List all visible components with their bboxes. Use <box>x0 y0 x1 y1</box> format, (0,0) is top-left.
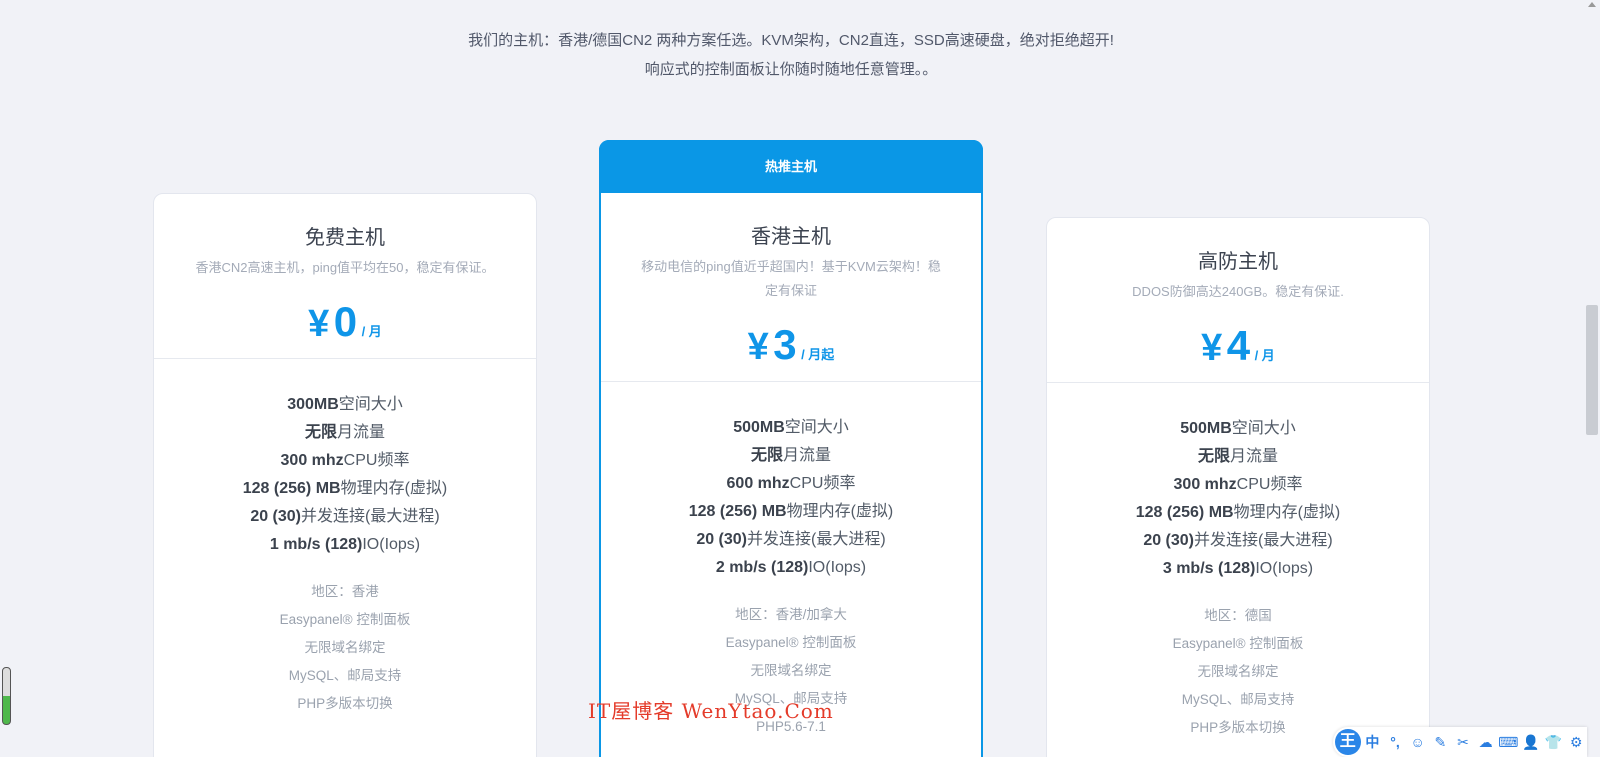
plan-price: ¥ 3 / 月起 <box>601 321 981 381</box>
plan-card-ddos: 高防主机 DDOS防御高达240GB。稳定有保证. ¥ 4 / 月 500MB空… <box>1046 217 1430 757</box>
ime-emoji-icon[interactable]: ☺ <box>1407 731 1429 753</box>
ime-toolbar: 王 中 °, ☺ ✎ ✂ ☁ ⌨ 👤 👕 ⚙ <box>1333 727 1587 757</box>
spec-item: 1 mb/s (128)IO(Iops) <box>269 536 421 553</box>
feature-item: MySQL、邮局支持 <box>288 668 402 683</box>
watermark-text: IT屋博客 WenYtao.Com <box>588 699 834 723</box>
ime-keyboard-icon[interactable]: ⌨ <box>1497 731 1519 753</box>
spec-item: 300 mhzCPU频率 <box>280 452 410 469</box>
feature-item: 无限域名绑定 <box>1197 664 1279 679</box>
feature-item: 地区：香港 <box>311 584 379 599</box>
spec-item: 128 (256) MB物理内存(虚拟) <box>1135 504 1341 521</box>
spec-item: 无限月流量 <box>304 424 386 441</box>
plan-header: 香港主机 移动电信的ping值近乎超国内！基于KVM云架构！稳定有保证 ¥ 3 … <box>601 193 981 381</box>
plan-title: 香港主机 <box>751 226 831 248</box>
spec-item: 无限月流量 <box>750 447 832 464</box>
spec-item: 20 (30)并发连接(最大进程) <box>1143 532 1333 549</box>
feature-item: 地区：德国 <box>1204 608 1272 623</box>
feature-item: 无限域名绑定 <box>750 663 832 678</box>
feature-item: MySQL、邮局支持 <box>1181 692 1295 707</box>
spec-item: 128 (256) MB物理内存(虚拟) <box>688 503 894 520</box>
spec-item: 500MB空间大小 <box>1180 420 1296 437</box>
spec-item: 20 (30)并发连接(最大进程) <box>250 508 440 525</box>
spec-item: 300 mhzCPU频率 <box>1173 476 1303 493</box>
ime-cloud-icon[interactable]: ☁ <box>1475 731 1497 753</box>
side-widget[interactable] <box>2 667 11 725</box>
spec-item: 2 mb/s (128)IO(Iops) <box>715 559 867 576</box>
ime-punctuation-icon[interactable]: °, <box>1384 731 1406 753</box>
price-value: 3 <box>773 321 797 368</box>
spec-list: 500MB空间大小 无限月流量 600 mhzCPU频率 128 (256) M… <box>601 382 981 582</box>
intro-line-2: 响应式的控制面板让你随时随地任意管理。。 <box>644 61 938 78</box>
plan-description: DDOS防御高达240GB。稳定有保证. <box>1132 284 1344 299</box>
ime-skin-icon[interactable]: 👕 <box>1543 731 1565 753</box>
feature-item: PHP多版本切换 <box>297 696 393 711</box>
plan-title: 免费主机 <box>305 227 385 249</box>
intro-text: 我们的主机：香港/德国CN2 两种方案任选。KVM架构，CN2直连，SSD高速硬… <box>0 26 1582 84</box>
ime-scissors-icon[interactable]: ✂ <box>1452 731 1474 753</box>
feature-item: Easypanel® 控制面板 <box>279 612 411 627</box>
spec-item: 128 (256) MB物理内存(虚拟) <box>242 480 448 497</box>
spec-item: 无限月流量 <box>1197 448 1279 465</box>
spec-list: 500MB空间大小 无限月流量 300 mhzCPU频率 128 (256) M… <box>1047 383 1429 583</box>
currency-symbol: ¥ <box>308 303 330 345</box>
feature-item: Easypanel® 控制面板 <box>725 635 857 650</box>
spec-list: 300MB空间大小 无限月流量 300 mhzCPU频率 128 (256) M… <box>154 359 536 559</box>
price-unit: / 月 <box>1254 348 1275 363</box>
currency-symbol: ¥ <box>1201 327 1223 369</box>
scroll-up-icon[interactable] <box>1588 2 1596 7</box>
plan-title: 高防主机 <box>1198 251 1278 273</box>
feature-item: 无限域名绑定 <box>304 640 386 655</box>
feature-item: 地区：香港/加拿大 <box>735 607 847 622</box>
plan-card-free: 免费主机 香港CN2高速主机，ping值平均在50，稳定有保证。 ¥ 0 / 月… <box>153 193 537 757</box>
price-value: 0 <box>333 298 358 345</box>
price-unit: / 月起 <box>801 347 835 362</box>
scrollbar-thumb[interactable] <box>1586 305 1598 435</box>
featured-badge: 热推主机 <box>599 140 983 193</box>
spec-item: 3 mb/s (128)IO(Iops) <box>1162 560 1314 577</box>
spec-item: 300MB空间大小 <box>287 396 403 413</box>
ime-settings-icon[interactable]: ⚙ <box>1565 731 1587 753</box>
plan-card-hongkong: 热推主机 香港主机 移动电信的ping值近乎超国内！基于KVM云架构！稳定有保证… <box>599 140 983 757</box>
plan-price: ¥ 0 / 月 <box>154 298 536 358</box>
intro-line-1: 我们的主机：香港/德国CN2 两种方案任选。KVM架构，CN2直连，SSD高速硬… <box>468 32 1114 49</box>
ime-user-icon[interactable]: 👤 <box>1520 731 1542 753</box>
spec-item: 20 (30)并发连接(最大进程) <box>696 531 886 548</box>
currency-symbol: ¥ <box>747 326 769 368</box>
feature-item: Easypanel® 控制面板 <box>1172 636 1304 651</box>
feature-list: 地区：德国 Easypanel® 控制面板 无限域名绑定 MySQL、邮局支持 … <box>1047 583 1429 742</box>
plan-header: 高防主机 DDOS防御高达240GB。稳定有保证. ¥ 4 / 月 <box>1047 218 1429 382</box>
plan-price: ¥ 4 / 月 <box>1047 322 1429 382</box>
scrollbar[interactable] <box>1584 0 1600 757</box>
price-unit: / 月 <box>361 324 382 339</box>
ime-chinese-mode-icon[interactable]: 中 <box>1362 731 1384 753</box>
ime-logo-icon[interactable]: 王 <box>1335 729 1361 755</box>
plan-header: 免费主机 香港CN2高速主机，ping值平均在50，稳定有保证。 ¥ 0 / 月 <box>154 194 536 358</box>
price-value: 4 <box>1226 322 1251 369</box>
spec-item: 500MB空间大小 <box>733 419 849 436</box>
feature-list: 地区：香港 Easypanel® 控制面板 无限域名绑定 MySQL、邮局支持 … <box>154 559 536 718</box>
ime-handwrite-icon[interactable]: ✎ <box>1430 731 1452 753</box>
spec-item: 600 mhzCPU频率 <box>726 475 856 492</box>
plan-description: 移动电信的ping值近乎超国内！基于KVM云架构！稳定有保证 <box>641 259 941 298</box>
plan-description: 香港CN2高速主机，ping值平均在50，稳定有保证。 <box>195 260 495 275</box>
